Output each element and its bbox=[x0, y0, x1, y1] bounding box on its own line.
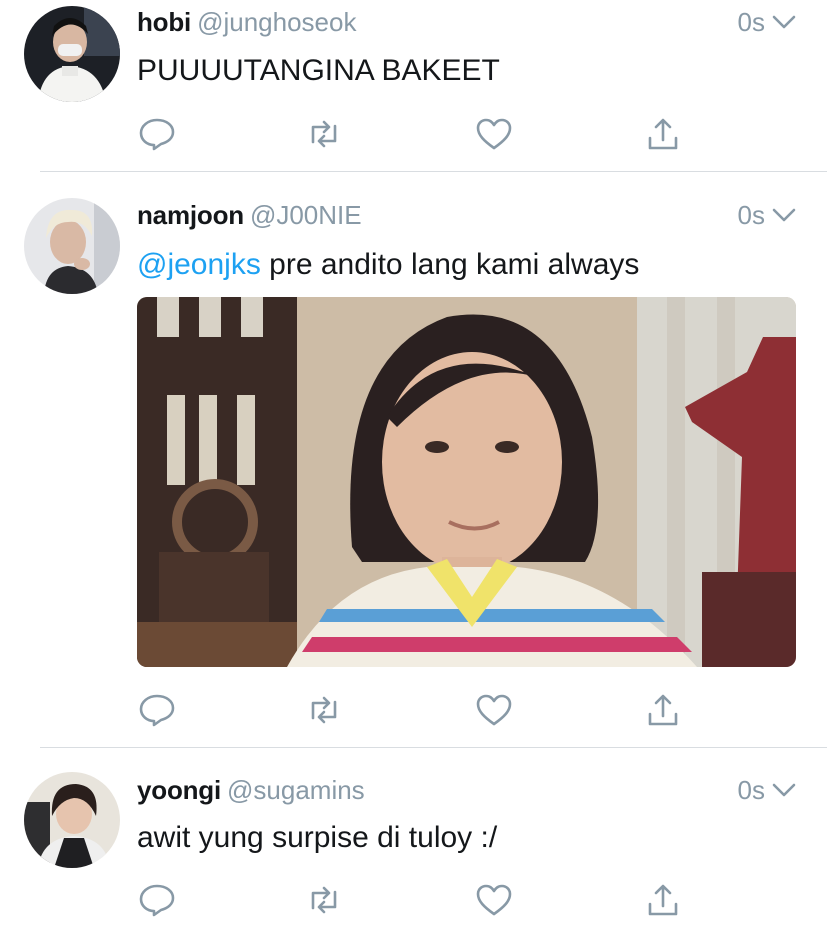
tweet-namjoon[interactable]: namjoon @J00NIE 0s @jeonjks pre andito la… bbox=[0, 172, 827, 748]
share-icon bbox=[648, 884, 678, 916]
tweet-text: PUUUUTANGINA BAKEET bbox=[137, 54, 500, 87]
retweet-icon bbox=[311, 696, 337, 724]
action-bar bbox=[137, 116, 697, 152]
timestamp: 0s bbox=[737, 7, 765, 37]
tweet-hobi[interactable]: hobi @junghoseok 0s PUUUUTANGINA BAKEET bbox=[0, 0, 827, 172]
retweet-button[interactable] bbox=[304, 882, 344, 918]
handle[interactable]: @sugamins bbox=[227, 775, 365, 805]
reply-icon bbox=[139, 884, 175, 917]
display-name[interactable]: yoongi bbox=[137, 775, 221, 805]
avatar[interactable] bbox=[24, 198, 120, 294]
retweet-icon bbox=[311, 120, 337, 148]
reply-icon bbox=[139, 694, 175, 727]
timestamp: 0s bbox=[737, 775, 765, 805]
timestamp: 0s bbox=[737, 200, 765, 230]
reply-button[interactable] bbox=[137, 882, 177, 918]
tweet-text: @jeonjks pre andito lang kami always bbox=[137, 248, 797, 282]
mention-link[interactable]: @jeonjks bbox=[137, 248, 261, 281]
retweet-button[interactable] bbox=[304, 692, 344, 728]
tweet-yoongi[interactable]: yoongi @sugamins 0s awit yung surpise di … bbox=[0, 748, 827, 928]
avatar[interactable] bbox=[24, 6, 120, 102]
chevron-down-icon[interactable] bbox=[771, 779, 797, 801]
avatar[interactable] bbox=[24, 772, 120, 868]
reply-button[interactable] bbox=[137, 692, 177, 728]
display-name[interactable]: namjoon bbox=[137, 200, 244, 230]
like-button[interactable] bbox=[474, 692, 514, 728]
heart-icon bbox=[476, 884, 512, 916]
tweet-text: awit yung surpise di tuloy :/ bbox=[137, 821, 498, 854]
tweet-media-photo[interactable] bbox=[137, 297, 796, 667]
like-button[interactable] bbox=[474, 116, 514, 152]
retweet-button[interactable] bbox=[304, 116, 344, 152]
share-icon bbox=[648, 118, 678, 150]
share-button[interactable] bbox=[643, 692, 683, 728]
reply-button[interactable] bbox=[137, 116, 177, 152]
heart-icon bbox=[476, 118, 512, 150]
heart-icon bbox=[476, 694, 512, 726]
action-bar bbox=[137, 882, 697, 918]
like-button[interactable] bbox=[474, 882, 514, 918]
handle[interactable]: @J00NIE bbox=[250, 200, 362, 230]
chevron-down-icon[interactable] bbox=[771, 204, 797, 226]
share-icon bbox=[648, 694, 678, 726]
share-button[interactable] bbox=[643, 116, 683, 152]
tweet-text-body: pre andito lang kami always bbox=[260, 248, 640, 281]
display-name[interactable]: hobi bbox=[137, 7, 191, 37]
handle[interactable]: @junghoseok bbox=[197, 7, 356, 37]
reply-icon bbox=[139, 118, 175, 151]
action-bar bbox=[137, 692, 697, 728]
share-button[interactable] bbox=[643, 882, 683, 918]
retweet-icon bbox=[311, 886, 337, 914]
chevron-down-icon[interactable] bbox=[771, 11, 797, 33]
